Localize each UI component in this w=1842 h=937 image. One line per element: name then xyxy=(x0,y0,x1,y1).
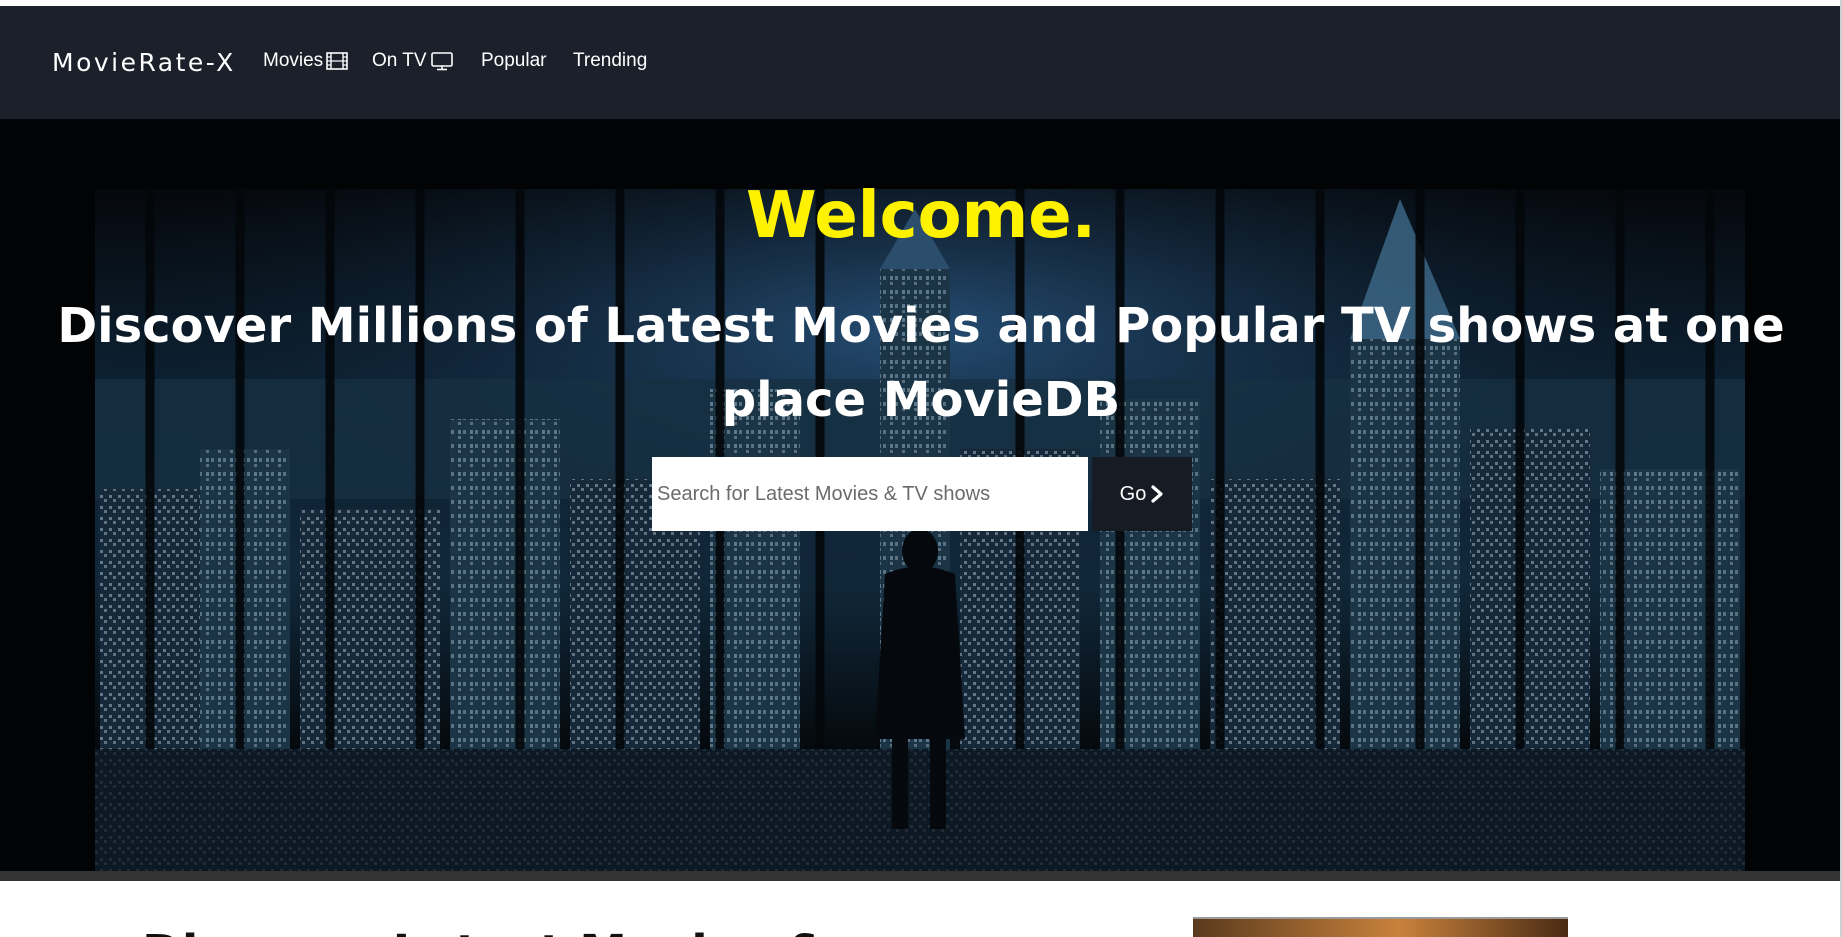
nav-item-popular[interactable]: Popular xyxy=(481,50,547,72)
hero-section: Welcome. Discover Millions of Latest Mov… xyxy=(0,119,1842,871)
nav-item-on-tv[interactable]: On TV xyxy=(372,50,454,72)
latest-section: Discover Latest Movies & ... xyxy=(0,881,1842,937)
navbar: MovieRate-X Movies On TV Popular Trendin… xyxy=(0,6,1842,119)
nav-item-movies[interactable]: Movies xyxy=(263,50,348,72)
nav-item-label: Movies xyxy=(263,50,324,71)
nav-item-trending[interactable]: Trending xyxy=(573,50,647,72)
go-button-label: Go xyxy=(1119,482,1147,505)
nav-item-label: On TV xyxy=(372,50,427,71)
go-button[interactable]: Go xyxy=(1092,457,1192,531)
search-bar: Go xyxy=(652,457,1192,531)
welcome-heading: Welcome. xyxy=(746,179,1096,253)
brand-logo[interactable]: MovieRate-X xyxy=(52,48,236,77)
poster-image[interactable] xyxy=(1193,917,1568,937)
nav-item-label: Popular xyxy=(481,50,547,71)
chevron-right-icon xyxy=(1151,485,1163,503)
film-icon xyxy=(326,52,348,70)
tv-icon xyxy=(430,52,453,71)
section-heading: Discover Latest Movies & ... xyxy=(142,925,899,937)
section-divider xyxy=(0,871,1842,881)
search-input[interactable] xyxy=(652,457,1088,531)
nav-item-label: Trending xyxy=(573,50,648,71)
hero-tagline: Discover Millions of Latest Movies and P… xyxy=(57,298,1785,428)
